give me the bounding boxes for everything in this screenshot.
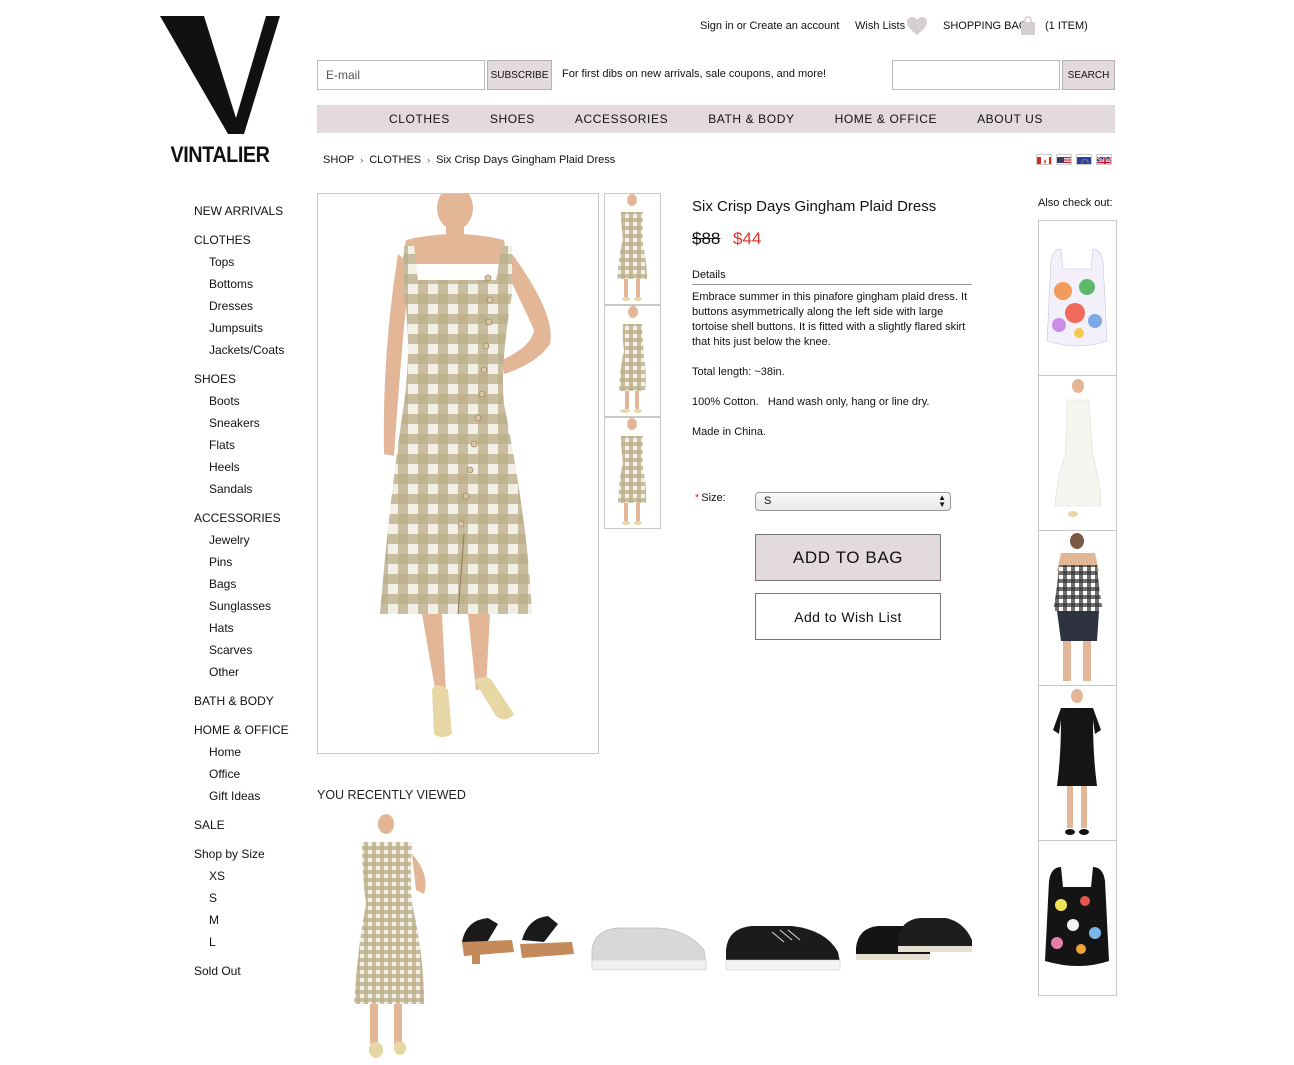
sidebar-item-shop-by-size[interactable]: Shop by Size: [194, 846, 304, 868]
also-check-out-heading: Also check out:: [1038, 197, 1113, 209]
sidebar-item-sale[interactable]: SALE: [194, 817, 304, 839]
recently-viewed-heading: YOU RECENTLY VIEWED: [317, 788, 466, 802]
breadcrumb-shop[interactable]: SHOP: [323, 154, 354, 166]
recently-viewed-item[interactable]: [854, 910, 976, 970]
add-to-bag-button[interactable]: ADD TO BAG: [755, 534, 941, 581]
product-thumbnail[interactable]: [604, 305, 661, 417]
sidebar-item-shoes[interactable]: SHOES: [194, 371, 304, 393]
recommended-product[interactable]: [1038, 220, 1117, 376]
size-label-text: Size:: [701, 492, 726, 504]
product-origin: Made in China.: [692, 426, 766, 438]
required-marker: *: [695, 492, 700, 504]
shopping-bag-icon[interactable]: [1020, 16, 1036, 36]
breadcrumb-separator: ›: [427, 155, 431, 165]
original-price: $88: [692, 229, 721, 248]
sidebar-item-sunglasses[interactable]: Sunglasses: [194, 598, 304, 620]
sidebar-item-office[interactable]: Office: [194, 766, 304, 788]
sidebar-item-jumpsuits[interactable]: Jumpsuits: [194, 320, 304, 342]
sidebar-item-home[interactable]: Home: [194, 744, 304, 766]
sidebar-item-size-xs[interactable]: XS: [194, 868, 304, 890]
category-sidebar: NEW ARRIVALS CLOTHES Tops Bottoms Dresse…: [194, 203, 304, 985]
recently-viewed-item[interactable]: [588, 920, 710, 975]
subscribe-promo-text: For first dibs on new arrivals, sale cou…: [562, 68, 827, 80]
sidebar-item-sold-out[interactable]: Sold Out: [194, 963, 304, 985]
nav-clothes[interactable]: CLOTHES: [369, 112, 470, 126]
sidebar-item-heels[interactable]: Heels: [194, 459, 304, 481]
sidebar-item-gift-ideas[interactable]: Gift Ideas: [194, 788, 304, 810]
usa-flag-icon[interactable]: [1056, 154, 1072, 165]
subscribe-button[interactable]: SUBSCRIBE: [487, 60, 552, 90]
recommended-product[interactable]: [1038, 530, 1117, 686]
shopping-bag-link[interactable]: SHOPPING BAG: [943, 20, 1027, 32]
sidebar-item-scarves[interactable]: Scarves: [194, 642, 304, 664]
email-subscribe-input[interactable]: [317, 60, 485, 90]
sidebar-item-jackets-coats[interactable]: Jackets/Coats: [194, 342, 304, 364]
search-button[interactable]: SEARCH: [1062, 60, 1115, 90]
search-input[interactable]: [892, 60, 1060, 90]
bag-item-count[interactable]: (1 ITEM): [1045, 20, 1088, 32]
recommended-product[interactable]: [1038, 685, 1117, 841]
nav-bath-body[interactable]: BATH & BODY: [688, 112, 814, 126]
recommended-product[interactable]: [1038, 375, 1117, 531]
brand-wordmark: VINTALIER: [170, 142, 270, 167]
recommended-product[interactable]: [1038, 840, 1117, 996]
sidebar-item-tops[interactable]: Tops: [194, 254, 304, 276]
sidebar-item-bath-body[interactable]: BATH & BODY: [194, 693, 304, 715]
sidebar-item-dresses[interactable]: Dresses: [194, 298, 304, 320]
sidebar-item-bottoms[interactable]: Bottoms: [194, 276, 304, 298]
sidebar-item-clothes[interactable]: CLOTHES: [194, 232, 304, 254]
vintalier-v-logo-icon: [160, 16, 280, 134]
product-thumbnail[interactable]: [604, 417, 661, 529]
nav-about-us[interactable]: ABOUT US: [957, 112, 1063, 126]
currency-selector: [1036, 154, 1112, 165]
sidebar-item-sandals[interactable]: Sandals: [194, 481, 304, 503]
select-arrows-icon: ▲ ▼: [938, 493, 946, 509]
product-main-image[interactable]: [317, 193, 599, 754]
details-heading: Details: [692, 269, 726, 281]
add-to-wishlist-button[interactable]: Add to Wish List: [755, 593, 941, 640]
sale-price: $44: [733, 229, 762, 248]
sidebar-item-new-arrivals[interactable]: NEW ARRIVALS: [194, 203, 304, 225]
main-nav: CLOTHES SHOES ACCESSORIES BATH & BODY HO…: [317, 105, 1115, 133]
product-length: Total length: ~38in.: [692, 366, 785, 378]
size-select-value: S: [764, 495, 772, 507]
eu-flag-icon[interactable]: [1076, 154, 1092, 165]
details-divider: [692, 284, 972, 285]
sidebar-item-hats[interactable]: Hats: [194, 620, 304, 642]
sidebar-item-boots[interactable]: Boots: [194, 393, 304, 415]
sidebar-item-size-s[interactable]: S: [194, 890, 304, 912]
product-thumbnail[interactable]: [604, 193, 661, 305]
size-label: * Size:: [695, 492, 726, 504]
breadcrumb: SHOP › CLOTHES › Six Crisp Days Gingham …: [323, 154, 615, 166]
signin-link[interactable]: Sign in or Create an account: [700, 20, 839, 32]
nav-accessories[interactable]: ACCESSORIES: [555, 112, 688, 126]
sidebar-item-size-m[interactable]: M: [194, 912, 304, 934]
sidebar-item-jewelry[interactable]: Jewelry: [194, 532, 304, 554]
nav-shoes[interactable]: SHOES: [470, 112, 555, 126]
brand-logo[interactable]: VINTALIER: [158, 14, 282, 167]
nav-home-office[interactable]: HOME & OFFICE: [815, 112, 957, 126]
sidebar-item-home-office[interactable]: HOME & OFFICE: [194, 722, 304, 744]
recently-viewed-item[interactable]: [332, 814, 444, 1064]
size-select[interactable]: S ▲ ▼: [755, 492, 951, 511]
product-material: 100% Cotton. Hand wash only, hang or lin…: [692, 396, 930, 408]
uk-flag-icon[interactable]: [1096, 154, 1112, 165]
wishlists-link[interactable]: Wish Lists: [855, 20, 905, 32]
product-title: Six Crisp Days Gingham Plaid Dress: [692, 198, 937, 215]
sidebar-item-bags[interactable]: Bags: [194, 576, 304, 598]
sidebar-item-sneakers[interactable]: Sneakers: [194, 415, 304, 437]
sidebar-item-other[interactable]: Other: [194, 664, 304, 686]
breadcrumb-current: Six Crisp Days Gingham Plaid Dress: [436, 154, 616, 166]
canada-flag-icon[interactable]: [1036, 154, 1052, 165]
heart-icon[interactable]: [906, 15, 928, 37]
breadcrumb-separator: ›: [360, 155, 364, 165]
sidebar-item-size-l[interactable]: L: [194, 934, 304, 956]
sidebar-item-accessories[interactable]: ACCESSORIES: [194, 510, 304, 532]
recently-viewed-item[interactable]: [458, 900, 576, 970]
sidebar-item-pins[interactable]: Pins: [194, 554, 304, 576]
sidebar-item-flats[interactable]: Flats: [194, 437, 304, 459]
recently-viewed-item[interactable]: [722, 918, 842, 976]
product-description: Embrace summer in this pinafore gingham …: [692, 291, 968, 348]
breadcrumb-clothes[interactable]: CLOTHES: [369, 154, 421, 166]
